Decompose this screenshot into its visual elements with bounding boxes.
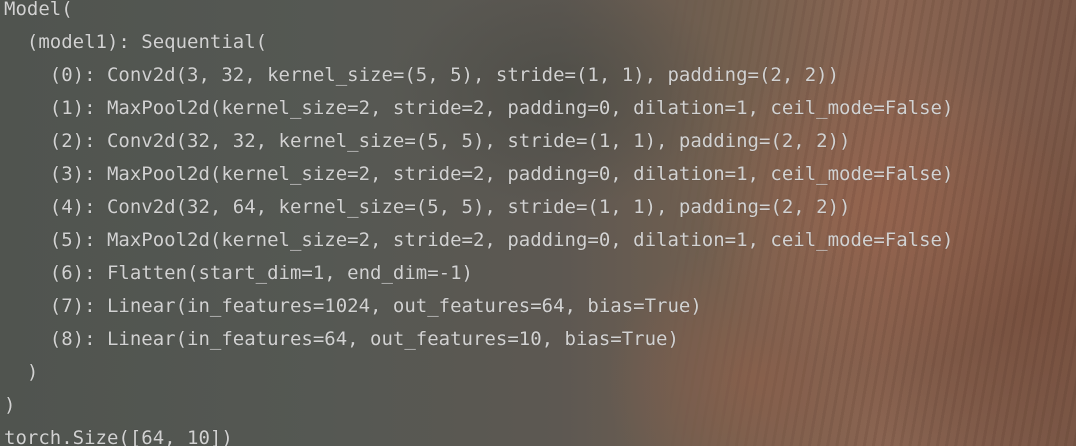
console-line: torch.Size([64, 10])	[4, 427, 233, 446]
console-line: (8): Linear(in_features=64, out_features…	[4, 328, 679, 350]
console-line: (1): MaxPool2d(kernel_size=2, stride=2, …	[4, 97, 954, 119]
console-line: )	[4, 361, 39, 383]
console-line: (4): Conv2d(32, 64, kernel_size=(5, 5), …	[4, 196, 851, 218]
console-line: (model1): Sequential(	[4, 31, 268, 53]
console-line: (6): Flatten(start_dim=1, end_dim=-1)	[4, 262, 473, 284]
console-output: Model( (model1): Sequential( (0): Conv2d…	[4, 0, 953, 446]
console-line: (3): MaxPool2d(kernel_size=2, stride=2, …	[4, 163, 954, 185]
console-line: Model(	[4, 0, 73, 20]
console-line: (7): Linear(in_features=1024, out_featur…	[4, 295, 702, 317]
console-line: (2): Conv2d(32, 32, kernel_size=(5, 5), …	[4, 130, 851, 152]
console-line: (5): MaxPool2d(kernel_size=2, stride=2, …	[4, 229, 954, 251]
console-line: (0): Conv2d(3, 32, kernel_size=(5, 5), s…	[4, 64, 840, 86]
console-line: )	[4, 394, 16, 416]
